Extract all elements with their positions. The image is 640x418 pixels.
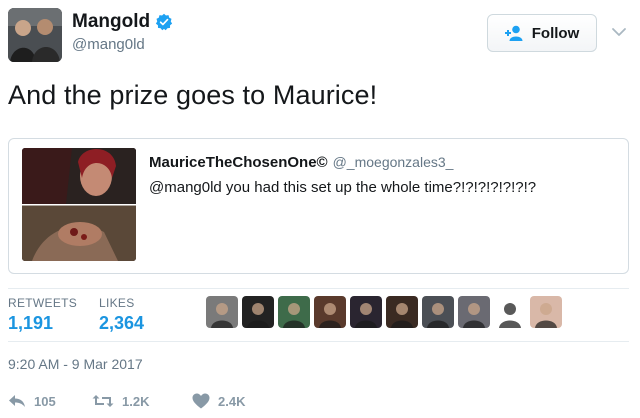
retweets-count[interactable]: 1,191	[8, 313, 53, 334]
user-avatar-icon	[422, 296, 454, 328]
likes-count[interactable]: 2,364	[99, 313, 144, 334]
tweet-timestamp[interactable]: 9:20 AM - 9 Mar 2017	[8, 356, 143, 372]
follow-button[interactable]: Follow	[487, 14, 597, 52]
author-name-text: Mangold	[72, 11, 151, 32]
liker-avatars	[206, 296, 562, 328]
quoted-author-handle: @_moegonzales3_	[332, 154, 454, 170]
liker-avatar-3[interactable]	[278, 296, 310, 328]
tweet-text: And the prize goes to Maurice!	[8, 80, 378, 110]
verified-badge-icon	[156, 13, 173, 31]
quoted-tweet-media[interactable]	[22, 148, 136, 261]
user-avatar-icon	[206, 296, 238, 328]
heart-icon	[192, 393, 210, 409]
chevron-down-icon[interactable]	[611, 24, 627, 40]
add-user-icon	[504, 25, 523, 41]
quoted-tweet[interactable]: MauriceTheChosenOne© @_moegonzales3_ @ma…	[8, 138, 629, 274]
liker-avatar-2[interactable]	[242, 296, 274, 328]
user-avatar-icon	[278, 296, 310, 328]
quoted-tweet-text: @mang0ld you had this set up the whole t…	[149, 179, 537, 196]
like-count: 2.4K	[218, 393, 246, 409]
retweet-icon	[92, 395, 114, 407]
like-button[interactable]: 2.4K	[192, 393, 245, 409]
user-avatar-icon	[458, 296, 490, 328]
user-avatar-icon	[530, 296, 562, 328]
author-display-name[interactable]: Mangold	[72, 11, 173, 33]
user-avatar-icon	[8, 8, 62, 62]
liker-avatar-9[interactable]	[494, 296, 526, 328]
quoted-author-name: MauriceTheChosenOne©	[149, 154, 328, 171]
retweet-count: 1.2K	[122, 393, 150, 409]
liker-avatar-1[interactable]	[206, 296, 238, 328]
quoted-tweet-author[interactable]: MauriceTheChosenOne© @_moegonzales3_	[149, 154, 453, 171]
media-thumbnail-image	[22, 148, 136, 261]
retweet-button[interactable]: 1.2K	[92, 394, 192, 409]
liker-avatar-6[interactable]	[386, 296, 418, 328]
author-info: Mangold @mang0ld	[72, 11, 173, 53]
stats-bottom-divider	[8, 341, 629, 342]
tweet-actions: 105 1.2K 2.4K	[8, 393, 245, 409]
liker-avatar-4[interactable]	[314, 296, 346, 328]
reply-count: 105	[34, 393, 56, 409]
reply-button[interactable]: 105	[8, 394, 92, 409]
liker-avatar-5[interactable]	[350, 296, 382, 328]
stats-top-divider	[8, 288, 629, 289]
retweets-label[interactable]: RETWEETS	[8, 296, 77, 310]
author-avatar[interactable]	[8, 8, 62, 62]
user-avatar-icon	[494, 296, 526, 328]
liker-avatar-7[interactable]	[422, 296, 454, 328]
liker-avatar-10[interactable]	[530, 296, 562, 328]
user-avatar-icon	[386, 296, 418, 328]
liker-avatar-8[interactable]	[458, 296, 490, 328]
user-avatar-icon	[242, 296, 274, 328]
author-handle[interactable]: @mang0ld	[72, 36, 173, 53]
user-avatar-icon	[314, 296, 346, 328]
reply-icon	[9, 395, 25, 407]
user-avatar-icon	[350, 296, 382, 328]
follow-button-label: Follow	[531, 24, 580, 42]
likes-label[interactable]: LIKES	[99, 296, 135, 310]
